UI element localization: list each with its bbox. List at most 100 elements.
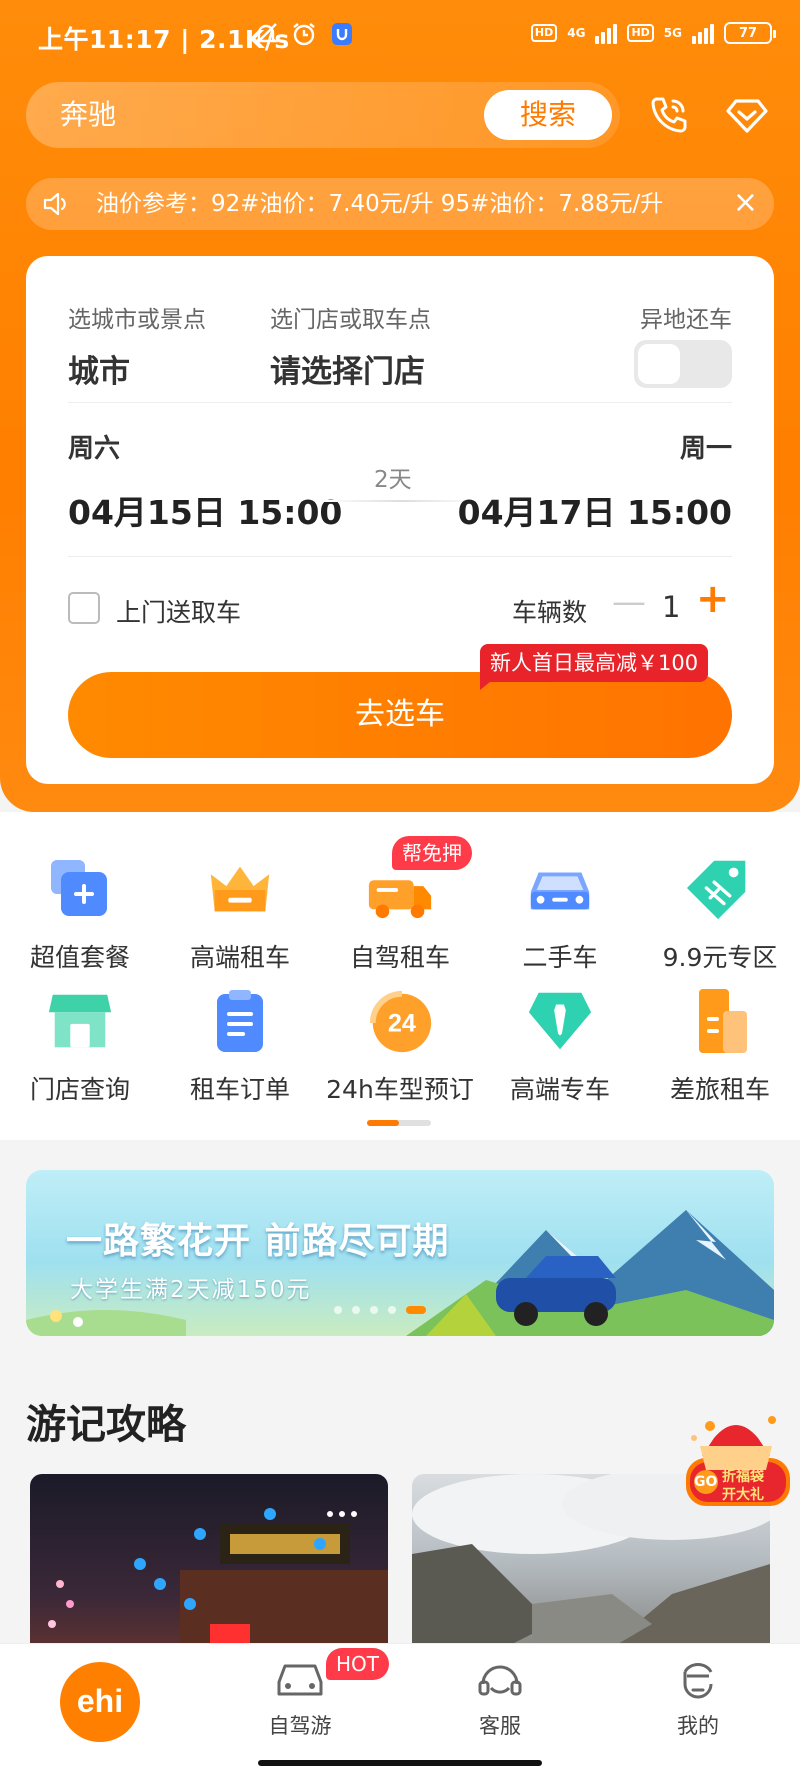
crown-icon <box>205 854 275 924</box>
banner-subtitle: 大学生满2天减150元 <box>70 1277 312 1303</box>
phone-icon[interactable] <box>642 88 696 142</box>
deposit-free-badge: 帮免押 <box>392 836 472 870</box>
grid-item-label: 二手车 <box>522 943 598 972</box>
battery-level: 77 <box>738 25 758 41</box>
profile-face-icon <box>683 1663 713 1699</box>
gift-go-label: GO <box>694 1474 718 1490</box>
home-indicator <box>258 1760 542 1766</box>
increase-button[interactable]: + <box>696 576 730 622</box>
fuel-price-notice: 油价参考：92#油价：7.40元/升 95#油价：7.88元/升 × <box>26 178 774 230</box>
network-type-1: 4G <box>567 26 586 40</box>
tie-icon <box>525 986 595 1056</box>
building-icon <box>685 986 755 1056</box>
grid-item-label: 超值套餐 <box>29 943 130 972</box>
status-icons-left <box>252 20 356 48</box>
grid-item-9-9-zone[interactable]: 9.9元专区 <box>640 854 800 974</box>
grid-item-label: 9.9元专区 <box>662 943 778 972</box>
city-selector[interactable]: 城市 <box>68 346 130 391</box>
pickup-day: 周六 <box>68 434 121 464</box>
tab-profile[interactable]: 我的 <box>628 1658 768 1740</box>
store-icon <box>45 986 115 1056</box>
vehicle-count-label: 车辆数 <box>512 598 588 627</box>
signal-icon-2 <box>692 22 714 44</box>
store-label: 选门店或取车点 <box>270 307 431 333</box>
search-input[interactable]: 奔驰 <box>60 82 116 148</box>
home-logo-text: ehi <box>77 1683 123 1719</box>
grid-item-premium-rental[interactable]: 高端租车 <box>160 854 320 974</box>
tag-icon <box>685 854 755 924</box>
banner-title: 一路繁花开 前路尽可期 <box>66 1221 450 1262</box>
battery-icon: 77 <box>724 22 776 44</box>
tab-label: 我的 <box>677 1714 719 1738</box>
car-outline-icon <box>277 1664 323 1696</box>
grid-item-package[interactable]: 超值套餐 <box>0 854 160 974</box>
grid-item-business-rental[interactable]: 差旅租车 <box>640 986 800 1106</box>
rental-duration: 2天 <box>374 467 412 493</box>
bottom-tab-bar: ehi 自驾游 客服 我的 <box>0 1644 800 1778</box>
choose-car-button[interactable]: 去选车 <box>68 672 732 758</box>
divider <box>68 556 732 557</box>
divider <box>68 402 732 403</box>
grid-item-self-drive[interactable]: 自驾租车 <box>320 854 480 974</box>
travel-guides-title: 游记攻略 <box>26 1402 186 1448</box>
alarm-icon <box>290 20 318 48</box>
network-type-2: 5G <box>663 26 682 40</box>
speaker-icon <box>42 190 72 222</box>
signal-icon <box>595 22 618 44</box>
door-delivery-label: 上门送取车 <box>116 598 242 627</box>
vip-diamond-icon[interactable] <box>720 88 774 142</box>
store-selector[interactable]: 请选择门店 <box>270 346 425 391</box>
new-user-promo-badge: 新人首日最高减￥100 <box>480 644 709 690</box>
return-datetime[interactable]: 04月17日 15:00 <box>458 486 732 534</box>
grid-item-label: 高端专车 <box>509 1075 610 1104</box>
city-label: 选城市或景点 <box>68 307 206 333</box>
close-icon[interactable]: × <box>733 188 758 218</box>
car-icon <box>525 854 595 924</box>
grid-item-label: 门店查询 <box>29 1075 130 1104</box>
24h-icon: 24 <box>365 986 435 1056</box>
tab-home[interactable]: ehi <box>30 1660 170 1748</box>
grid-item-label: 自驾租车 <box>349 943 450 972</box>
search-bar[interactable]: 奔驰 搜索 <box>26 82 620 148</box>
status-icons-right: HD 4G HD 5G 77 <box>530 22 776 44</box>
return-elsewhere-toggle[interactable] <box>634 340 732 388</box>
muted-bell-icon <box>252 20 280 48</box>
grid-item-label: 24h车型预订 <box>326 1075 474 1104</box>
grid-item-24h-booking[interactable]: 24 24h车型预订 <box>320 986 480 1106</box>
return-elsewhere-label: 异地还车 <box>640 307 732 333</box>
tab-label: 自驾游 <box>268 1714 332 1738</box>
banner-page-indicator <box>334 1306 426 1314</box>
return-day: 周一 <box>679 434 732 464</box>
headset-icon <box>478 1665 522 1696</box>
grid-page-indicator <box>367 1120 431 1126</box>
grid-item-label: 高端租车 <box>189 943 290 972</box>
ehi-logo-icon: ehi <box>60 1662 140 1742</box>
gift-line-2: 开大礼 <box>722 1487 764 1503</box>
decrease-button[interactable]: — <box>612 582 646 622</box>
pickup-datetime[interactable]: 04月15日 15:00 <box>68 486 342 534</box>
fuel-price-text: 油价参考：92#油价：7.40元/升 95#油价：7.88元/升 <box>96 191 664 217</box>
package-icon <box>45 854 115 924</box>
grid-item-premium-chauffeur[interactable]: 高端专车 <box>480 986 640 1106</box>
hd-indicator: HD <box>530 24 558 42</box>
lucky-bag-floating-button[interactable]: GO 折福袋 开大礼 <box>680 1408 792 1528</box>
vehicle-count-value: 1 <box>662 590 681 624</box>
grid-item-rental-orders[interactable]: 租车订单 <box>160 986 320 1106</box>
gift-line-1: 折福袋 <box>722 1469 764 1485</box>
app-shield-icon <box>328 20 356 48</box>
status-bar: 上午11:17 | 2.1K/s HD 4G HD 5G 77 <box>0 0 800 72</box>
hd-indicator-2: HD <box>627 24 654 42</box>
grid-item-label: 租车订单 <box>189 1075 290 1104</box>
door-delivery-checkbox[interactable] <box>68 592 100 624</box>
grid-item-label: 差旅租车 <box>669 1075 770 1104</box>
tab-label: 客服 <box>479 1714 521 1738</box>
tab-customer-service[interactable]: 客服 <box>430 1658 570 1740</box>
booking-card: 选城市或景点 城市 选门店或取车点 请选择门店 异地还车 周六 04月15日 1… <box>26 256 774 784</box>
promo-banner[interactable]: 一路繁花开 前路尽可期 大学生满2天减150元 <box>26 1170 774 1336</box>
grid-item-store-search[interactable]: 门店查询 <box>0 986 160 1106</box>
svg-text:24: 24 <box>388 1010 416 1038</box>
clipboard-icon <box>205 986 275 1056</box>
search-button[interactable]: 搜索 <box>484 90 612 140</box>
hot-badge: HOT <box>326 1648 389 1680</box>
grid-item-used-car[interactable]: 二手车 <box>480 854 640 974</box>
